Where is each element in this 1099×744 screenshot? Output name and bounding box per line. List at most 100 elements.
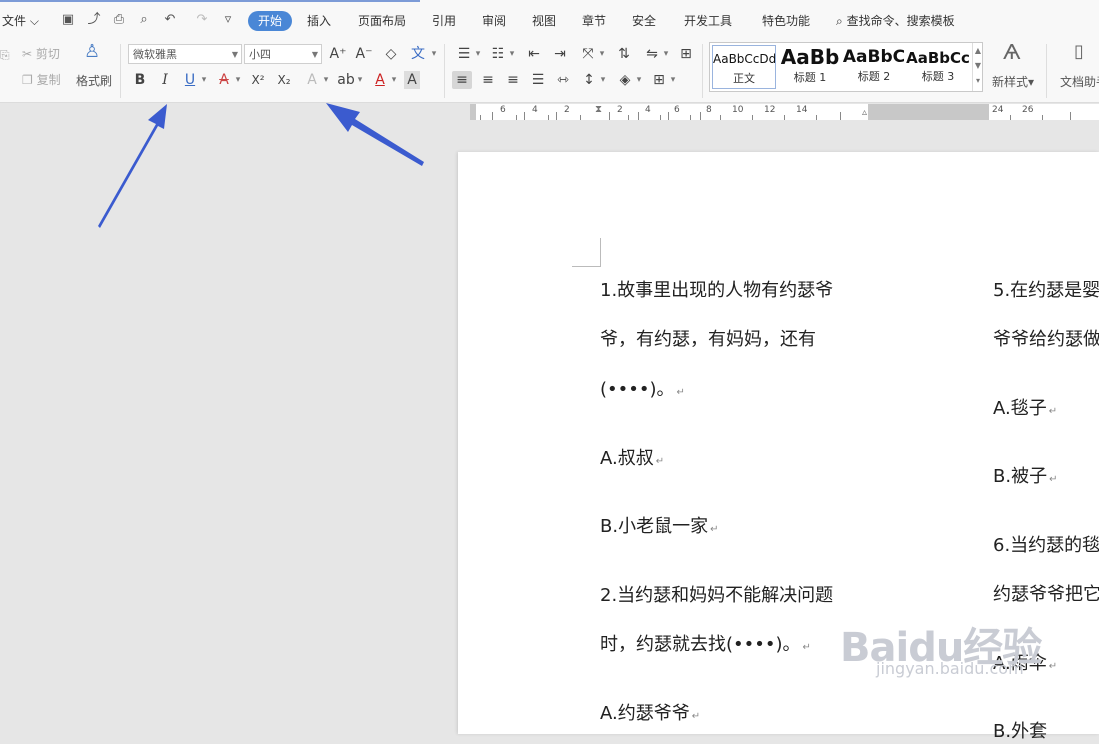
underline-button[interactable]: U — [180, 71, 200, 89]
chevron-down-icon[interactable]: ▾ — [635, 71, 643, 89]
paragraph[interactable]: 1.故事里出现的人物有约瑟爷 — [600, 279, 833, 303]
justify-icon[interactable]: ☰ — [528, 71, 548, 89]
chevron-down-icon[interactable]: ▾ — [430, 45, 438, 63]
paragraph[interactable]: 6.当约瑟的毯 — [993, 534, 1099, 558]
sort-icon[interactable]: ⇅ — [614, 45, 634, 63]
tab-security[interactable]: 安全 — [632, 13, 656, 29]
highlight-icon[interactable]: ab — [336, 71, 356, 89]
menu-bar: 文件 ⌵ ▣ ⤴ ⎙ ⌕ ↶ ↷ ▿ 开始 插入 页面布局 引用 审阅 视图 章… — [0, 0, 1099, 40]
chevron-down-icon[interactable]: ▾ — [390, 71, 398, 89]
clear-format-icon[interactable]: ◇ — [381, 45, 401, 63]
chevron-down-icon[interactable]: ▾ — [234, 71, 242, 89]
style-heading-1[interactable]: AaBb 标题 1 — [778, 45, 842, 89]
new-style-icon[interactable]: Ѧ — [1003, 42, 1021, 62]
customize-toolbar-icon[interactable]: ▿ — [220, 12, 236, 28]
paragraph[interactable]: B.外套 — [993, 720, 1047, 744]
print-preview-icon[interactable]: ⌕ — [136, 12, 152, 28]
distribute-icon[interactable]: ⇿ — [553, 71, 573, 89]
char-shading-button[interactable]: A — [404, 71, 420, 89]
italic-button[interactable]: I — [155, 71, 175, 89]
paragraph[interactable]: 爷爷给约瑟做 — [993, 328, 1099, 352]
paragraph[interactable]: B.被子 ↵ — [993, 465, 1057, 492]
chevron-down-icon[interactable]: ▾ — [356, 71, 364, 89]
chevron-down-icon[interactable]: ▾ — [662, 45, 670, 63]
chevron-down-icon[interactable]: ▾ — [474, 45, 482, 63]
print-icon[interactable]: ⎙ — [111, 12, 127, 28]
bold-button[interactable]: B — [130, 71, 150, 89]
paragraph[interactable]: 时，约瑟就去找(••••)。 ↵ — [600, 633, 811, 660]
doc-assistant-button[interactable]: 文档助手 — [1060, 74, 1099, 90]
format-painter-button[interactable]: 格式刷 — [76, 73, 112, 89]
horizontal-ruler[interactable]: 6 4 2 2 4 6 8 10 12 14 24 26 ⧗ ▵ — [470, 104, 1099, 120]
style-normal[interactable]: AaBbCcDd 正文 — [712, 45, 776, 89]
format-painter-icon[interactable]: ♙ — [84, 43, 100, 61]
ruler-label: 8 — [706, 105, 712, 115]
show-marks-icon[interactable]: ⇋ — [642, 45, 662, 63]
tab-insert[interactable]: 插入 — [307, 13, 331, 29]
copy-button[interactable]: ❐ 复制 — [22, 72, 61, 88]
font-name-select[interactable]: 微软雅黑 ▼ — [128, 44, 242, 64]
cut-button[interactable]: ✂ 剪切 — [22, 46, 60, 62]
tab-page-layout[interactable]: 页面布局 — [358, 13, 406, 29]
align-right-icon[interactable]: ≡ — [503, 71, 523, 89]
ruler-label: 2 — [617, 105, 623, 115]
export-icon[interactable]: ⤴ — [86, 12, 102, 28]
paragraph[interactable]: 爷，有约瑟，有妈妈，还有 — [600, 328, 816, 352]
paragraph[interactable]: A.毯子 ↵ — [993, 397, 1057, 424]
paragraph[interactable]: A.叔叔 ↵ — [600, 447, 664, 474]
shading-icon[interactable]: ◈ — [615, 71, 635, 89]
chevron-down-icon[interactable]: ▾ — [200, 71, 208, 89]
decrease-font-icon[interactable]: A⁻ — [354, 45, 374, 63]
style-heading-2[interactable]: AaBbC 标题 2 — [842, 45, 906, 89]
paragraph[interactable]: A.约瑟爷爷 ↵ — [600, 702, 700, 729]
decrease-indent-icon[interactable]: ⇤ — [524, 45, 544, 63]
paragraph[interactable]: 2.当约瑟和妈妈不能解决问题 — [600, 584, 833, 608]
indent-marker-icon[interactable]: ⧗ — [595, 104, 602, 115]
tab-view[interactable]: 视图 — [532, 13, 556, 29]
font-size-select[interactable]: 小四 ▼ — [244, 44, 322, 64]
tab-references[interactable]: 引用 — [432, 13, 456, 29]
file-menu[interactable]: 文件 ⌵ — [2, 13, 39, 29]
paste-icon[interactable]: ⎘ — [0, 47, 10, 63]
tab-section[interactable]: 章节 — [582, 13, 606, 29]
style-heading-3[interactable]: AaBbCc 标题 3 — [906, 45, 970, 89]
chevron-down-icon[interactable]: ▾ — [508, 45, 516, 63]
doc-assistant-icon[interactable]: ▯ — [1074, 43, 1084, 61]
tab-developer[interactable]: 开发工具 — [684, 13, 732, 29]
paragraph[interactable]: 5.在约瑟是婴 — [993, 279, 1099, 303]
font-color-icon[interactable]: A — [370, 71, 390, 89]
right-indent-icon[interactable]: ▵ — [862, 107, 867, 118]
strikethrough-button[interactable]: A — [214, 71, 234, 89]
paragraph[interactable]: 约瑟爷爷把它 — [993, 583, 1099, 607]
chevron-down-icon[interactable]: ▾ — [669, 71, 677, 89]
paragraph[interactable]: B.小老鼠一家 ↵ — [600, 515, 718, 542]
tab-home[interactable]: 开始 — [248, 11, 292, 31]
numbering-icon[interactable]: ☷ — [488, 45, 508, 63]
paragraph[interactable]: (••••)。 ↵ — [600, 378, 685, 405]
borders-icon[interactable]: ⊞ — [649, 71, 669, 89]
tab-review[interactable]: 审阅 — [482, 13, 506, 29]
chevron-down-icon[interactable]: ▾ — [598, 45, 606, 63]
align-left-icon[interactable]: ≡ — [452, 71, 472, 89]
styles-scroll[interactable]: ▲ ▼ ▾ — [972, 43, 983, 91]
text-effect-icon[interactable]: A — [302, 71, 322, 89]
bullets-icon[interactable]: ☰ — [454, 45, 474, 63]
subscript-button[interactable]: X₂ — [274, 71, 294, 89]
undo-icon[interactable]: ↶ — [162, 12, 178, 28]
increase-font-icon[interactable]: A⁺ — [328, 45, 348, 63]
chevron-down-icon[interactable]: ▾ — [599, 71, 607, 89]
tab-special-features[interactable]: 特色功能 — [762, 13, 810, 29]
redo-icon[interactable]: ↷ — [194, 12, 210, 28]
increase-indent-icon[interactable]: ⇥ — [550, 45, 570, 63]
text-direction-icon[interactable]: ⤧ — [578, 45, 598, 63]
table-insert-icon[interactable]: ⊞ — [676, 45, 696, 63]
new-style-button[interactable]: 新样式▾ — [992, 74, 1034, 90]
align-center-icon[interactable]: ≡ — [478, 71, 498, 89]
command-search[interactable]: ⌕ 查找命令、搜索模板 — [836, 13, 955, 29]
save-icon[interactable]: ▣ — [60, 12, 76, 28]
chevron-down-icon[interactable]: ▾ — [322, 71, 330, 89]
superscript-button[interactable]: X² — [248, 71, 268, 89]
line-spacing-icon[interactable]: ↕ — [579, 71, 599, 89]
styles-gallery: AaBbCcDd 正文 AaBb 标题 1 AaBbC 标题 2 AaBbCc … — [709, 42, 983, 92]
phonetic-guide-icon[interactable]: 文 — [408, 45, 428, 63]
